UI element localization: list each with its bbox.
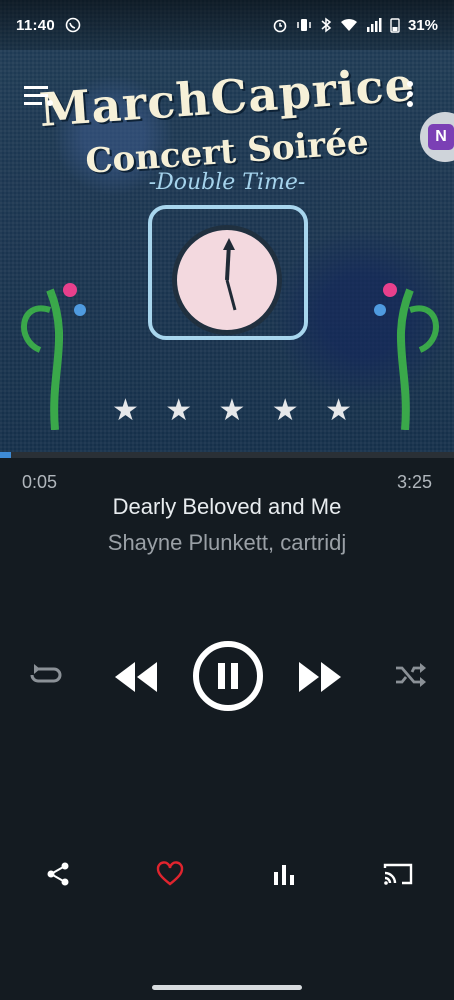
wifi-icon (340, 18, 357, 31)
status-bar: 11:40 31% (0, 0, 454, 50)
more-options-icon[interactable] (404, 80, 416, 115)
star-icon[interactable]: ★ (112, 396, 139, 426)
star-icon[interactable]: ★ (165, 396, 192, 426)
clock-illustration (172, 225, 282, 335)
home-indicator[interactable] (152, 985, 302, 990)
battery-icon (390, 18, 400, 33)
previous-button[interactable] (110, 655, 162, 699)
repeat-icon (30, 664, 62, 683)
battery-percent: 31% (407, 16, 438, 34)
star-icon[interactable]: ★ (325, 396, 352, 426)
vibrate-icon (297, 19, 311, 31)
star-icon[interactable]: ★ (219, 396, 246, 426)
seek-bar-progress (0, 452, 11, 458)
whatsapp-icon (65, 17, 81, 33)
total-duration: 3:25 (396, 472, 432, 492)
queue-menu-icon[interactable] (24, 84, 54, 113)
cast-icon (383, 863, 413, 885)
shuffle-icon (396, 663, 426, 687)
flower-decoration-right (374, 283, 439, 430)
seek-bar[interactable] (0, 452, 454, 458)
previous-icon (115, 662, 157, 692)
bluetooth-icon (321, 17, 332, 33)
flower-decoration-left (21, 283, 86, 430)
alarm-icon (273, 19, 287, 33)
song-title: Dearly Beloved and Me (112, 494, 342, 519)
next-button[interactable] (294, 655, 346, 699)
next-icon (299, 662, 341, 692)
signal-icon (366, 18, 382, 32)
artist-name: Shayne Plunkett, cartridj (107, 530, 347, 555)
equalizer-icon (274, 865, 294, 885)
shuffle-button[interactable] (390, 655, 430, 695)
album-art: MarchCaprice Concert Soirée -Double Time… (0, 0, 454, 452)
share-icon (47, 862, 69, 886)
play-pause-button[interactable] (192, 640, 264, 712)
equalizer-button[interactable] (266, 856, 302, 892)
onenote-icon: N (428, 124, 454, 150)
repeat-button[interactable] (26, 655, 66, 695)
cast-button[interactable] (380, 856, 416, 892)
share-button[interactable] (40, 856, 76, 892)
favorite-button[interactable] (152, 856, 188, 892)
elapsed-time: 0:05 (22, 472, 58, 492)
status-time: 11:40 (16, 16, 56, 34)
rating-stars[interactable]: ★ ★ ★ ★ ★ (112, 396, 352, 426)
pause-icon (193, 641, 263, 711)
star-icon[interactable]: ★ (272, 396, 299, 426)
album-art-subtitle: -Double Time- (148, 170, 306, 195)
heart-icon (156, 861, 184, 886)
